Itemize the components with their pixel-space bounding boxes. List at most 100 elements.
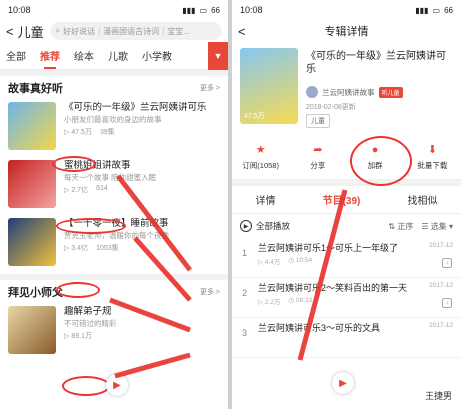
- tab-recommend[interactable]: 推荐: [40, 48, 60, 69]
- track-plays: ▷ 4.4万: [258, 259, 281, 266]
- item-title: 趣解弟子规: [64, 306, 112, 317]
- track-number: 1: [242, 248, 248, 258]
- section-stories: 故事真好听 更多 >: [0, 76, 228, 100]
- signal-icon: ▮▮▮: [182, 5, 196, 15]
- cover-play-count: 47.5万: [244, 113, 265, 120]
- category-screen: 10:08 ▮▮▮ ▭ 66 < 儿童 ⌕ 好好说话｜漫画国语古诗词｜宝宝...…: [0, 0, 228, 409]
- share-icon: ➦: [313, 143, 323, 156]
- track-plays: ▷ 2.2万: [258, 299, 281, 306]
- watermark: 王捷男: [421, 388, 455, 403]
- back-icon[interactable]: <: [238, 24, 246, 39]
- album-tabs: 详情 节目(39) 找相似: [232, 186, 461, 214]
- anchor-badge: 听儿童: [378, 86, 403, 98]
- tab-nursery-rhymes[interactable]: 儿歌: [108, 48, 128, 63]
- track-title: 兰云阿姨讲可乐2～笑料百出的第一天: [258, 283, 408, 293]
- list-item[interactable]: 《可乐的一年级》兰云阿姨讲可乐 小朋友们最喜欢的身边的故事 ▷ 47.5万 39…: [0, 100, 228, 158]
- tab-picture-book[interactable]: 绘本: [74, 48, 94, 63]
- batch-download-button[interactable]: ⬇ 批量下载: [404, 134, 461, 179]
- highlight-circle: [62, 376, 110, 396]
- track-row[interactable]: 3 兰云阿姨讲可乐3～可乐的文具 2017-12: [232, 318, 461, 358]
- play-all-button[interactable]: 全部播放: [256, 220, 290, 232]
- status-time: 10:08: [8, 5, 31, 15]
- category-tabs: 全部 推荐 绘本 儿歌 小学教 ▼: [0, 42, 228, 70]
- track-duration: ◷ 08:33: [288, 297, 313, 304]
- search-icon: ⌕: [55, 26, 61, 35]
- play-count: ▷ 3.4亿: [64, 245, 89, 252]
- search-placeholder: 好好说话｜漫画国语古诗词｜宝宝...: [63, 26, 190, 36]
- list-item[interactable]: 蜜桃姐姐讲故事 每天一个故事 陪你甜蜜入眠 ▷ 2.7亿 614: [0, 158, 228, 216]
- album-cover: [8, 160, 56, 208]
- category-tag[interactable]: 儿童: [306, 114, 330, 128]
- play-button[interactable]: ▶: [106, 374, 128, 396]
- tab-all[interactable]: 全部: [6, 48, 26, 63]
- episode-count: 1053集: [96, 245, 119, 252]
- tab-primary-school[interactable]: 小学教: [142, 48, 172, 63]
- more-link[interactable]: 更多 >: [200, 287, 220, 297]
- episode-count: 614: [96, 185, 108, 192]
- header: < 儿童 ⌕ 好好说话｜漫画国语古诗词｜宝宝...: [0, 20, 228, 42]
- track-date: 2017-12: [429, 282, 453, 289]
- item-subtitle: 每天一个故事 陪你甜蜜入眠: [64, 173, 157, 182]
- anchor-info[interactable]: 兰云阿姨讲故事 听儿童: [306, 86, 403, 98]
- chevron-down-icon[interactable]: ▼: [208, 42, 228, 70]
- track-date: 2017-12: [429, 242, 453, 249]
- episode-count: 39集: [99, 129, 115, 136]
- more-link[interactable]: 更多 >: [200, 83, 220, 93]
- share-button[interactable]: ➦ 分享: [289, 134, 346, 179]
- section-title: 故事真好听: [8, 83, 63, 95]
- play-button[interactable]: ▶: [332, 372, 354, 394]
- download-icon[interactable]: ↓: [442, 258, 452, 268]
- track-row[interactable]: 2 兰云阿姨讲可乐2～笑料百出的第一天 ▷ 2.2万 ◷ 08:33 2017-…: [232, 278, 461, 318]
- play-count: ▷ 89.1万: [64, 333, 92, 340]
- album-cover: [8, 218, 56, 266]
- star-icon: ★: [255, 143, 266, 156]
- search-input[interactable]: ⌕ 好好说话｜漫画国语古诗词｜宝宝...: [49, 22, 222, 40]
- battery-icon: ▭: [432, 5, 441, 15]
- album-info: 47.5万 《可乐的一年级》兰云阿姨讲可乐 兰云阿姨讲故事 听儿童 2018-0…: [232, 42, 461, 134]
- header: < 专辑详情: [232, 20, 461, 42]
- item-subtitle: 不可错过的精彩: [64, 319, 117, 328]
- subscribe-button[interactable]: ★ 订阅(1058): [232, 134, 289, 179]
- item-title: 《可乐的一年级》兰云阿姨讲可乐: [64, 102, 207, 113]
- tab-similar[interactable]: 找相似: [407, 192, 437, 207]
- track-row[interactable]: 1 兰云阿姨讲可乐1～可乐上一年级了 ▷ 4.4万 ◷ 10:54 2017-1…: [232, 238, 461, 278]
- signal-icon: ▮▮▮: [415, 5, 429, 15]
- tab-programs[interactable]: 节目(39): [323, 192, 361, 207]
- album-detail-screen: 10:08 ▮▮▮ ▭ 66 < 专辑详情 47.5万 《可乐的一年级》兰云阿姨…: [232, 0, 461, 409]
- track-number: 2: [242, 288, 248, 298]
- list-item[interactable]: 趣解弟子规 不可错过的精彩 ▷ 89.1万: [0, 304, 228, 362]
- battery-icon: ▭: [199, 5, 208, 15]
- album-title: 《可乐的一年级》兰云阿姨讲可乐: [306, 51, 446, 75]
- track-number: 3: [242, 328, 248, 338]
- anchor-name: 兰云阿姨讲故事: [322, 87, 375, 97]
- page-title: 儿童: [17, 24, 44, 40]
- download-icon: ⬇: [427, 143, 437, 156]
- sort-button[interactable]: ⇅ 正序: [388, 221, 413, 232]
- highlight-circle: [52, 156, 96, 172]
- avatar: [306, 86, 318, 98]
- track-title: 兰云阿姨讲可乐1～可乐上一年级了: [258, 243, 399, 253]
- status-bar: 10:08 ▮▮▮ ▭ 66: [0, 0, 228, 20]
- track-date: 2017-12: [429, 322, 453, 329]
- tab-details[interactable]: 详情: [256, 192, 276, 207]
- status-bar: 10:08 ▮▮▮ ▭ 66: [232, 0, 461, 20]
- section-title: 拜见小师父: [8, 287, 63, 299]
- album-cover: 47.5万: [240, 48, 298, 124]
- play-icon[interactable]: ▶: [240, 220, 252, 232]
- download-icon[interactable]: ↓: [442, 298, 452, 308]
- status-time: 10:08: [240, 5, 263, 15]
- item-subtitle: 小朋友们最喜欢的身边的故事: [64, 115, 162, 124]
- play-count: ▷ 2.7亿: [64, 187, 89, 194]
- track-title: 兰云阿姨讲可乐3～可乐的文具: [258, 323, 381, 333]
- play-count: ▷ 47.5万: [64, 129, 92, 136]
- track-duration: ◷ 10:54: [288, 257, 313, 264]
- action-bar: ★ 订阅(1058) ➦ 分享 ● 加群 ⬇ 批量下载: [232, 134, 461, 180]
- playlist-controls: ▶ 全部播放 ⇅ 正序 ☰ 选集 ▾: [232, 214, 461, 238]
- back-icon[interactable]: <: [6, 24, 14, 39]
- highlight-circle: [350, 136, 412, 186]
- battery-level: 66: [444, 5, 453, 15]
- highlight-circle: [56, 282, 100, 298]
- album-cover: [8, 306, 56, 354]
- select-episode-button[interactable]: ☰ 选集 ▾: [421, 221, 453, 232]
- battery-level: 66: [211, 5, 220, 15]
